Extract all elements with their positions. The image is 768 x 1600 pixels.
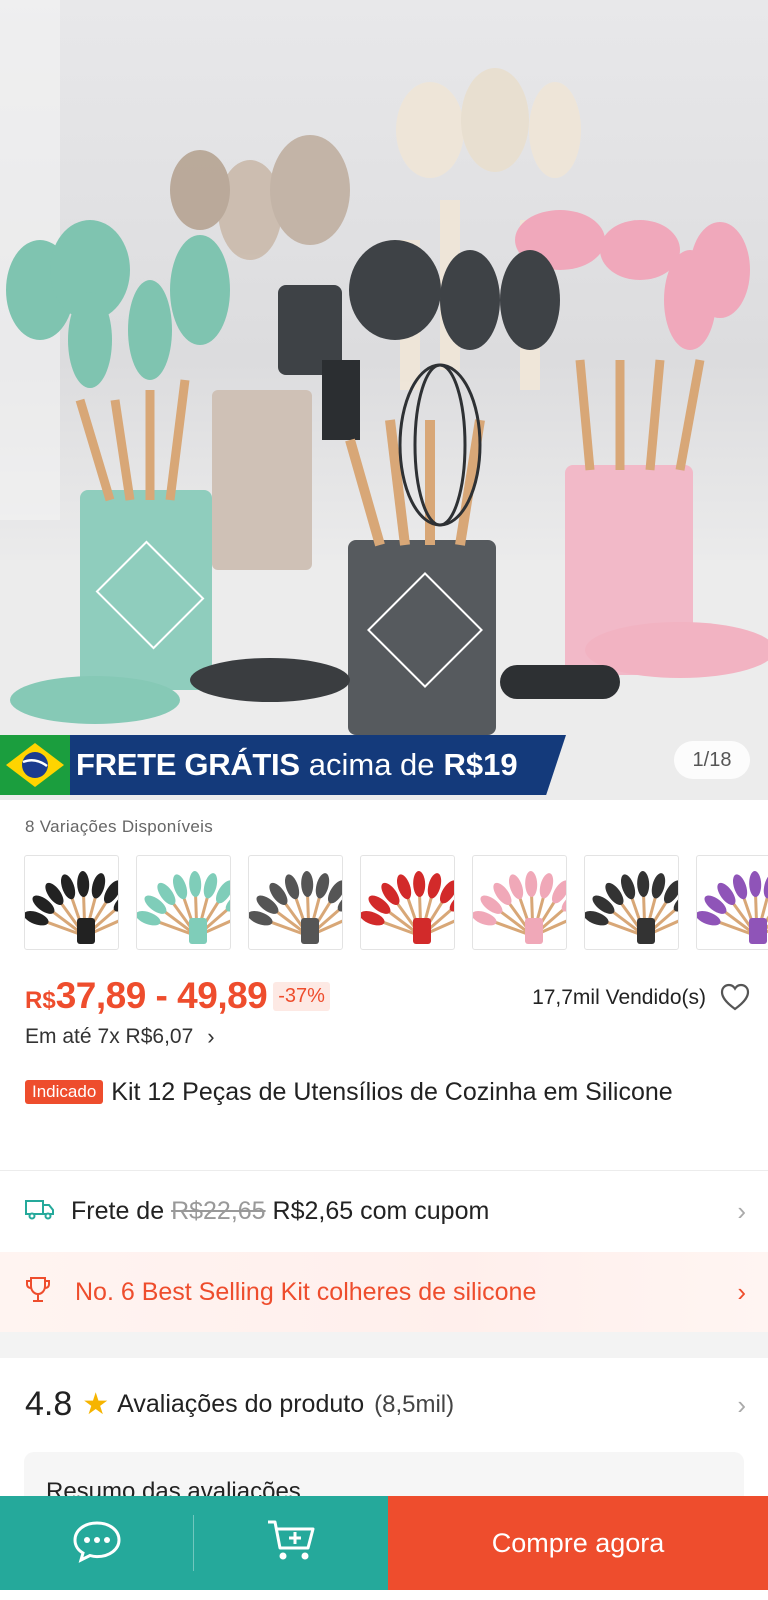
variation-thumb-pink[interactable]	[472, 855, 567, 950]
free-shipping-title: FRETE GRÁTIS	[76, 747, 300, 782]
shipping-prefix: Frete de	[71, 1196, 165, 1225]
shipping-new-price: R$2,65 com cupom	[272, 1196, 490, 1225]
free-shipping-banner: FRETE GRÁTIS acima de R$19	[0, 735, 566, 795]
installments-prefix: Em até	[25, 1025, 92, 1048]
price-range: 37,89 - 49,89	[55, 975, 268, 1016]
bottom-action-bar: Compre agora	[0, 1496, 768, 1590]
variation-thumb-purple[interactable]	[696, 855, 768, 950]
variation-thumb-mint[interactable]	[136, 855, 231, 950]
chevron-right-icon: ›	[207, 1024, 215, 1049]
star-icon: ★	[82, 1387, 110, 1421]
price-row: R$ 37,89 - 49,89 -37%	[25, 975, 330, 1017]
best-selling-row[interactable]: No. 6 Best Selling Kit colheres de silic…	[0, 1252, 768, 1332]
variation-thumbnails	[24, 855, 768, 950]
brazil-flag-icon	[0, 735, 70, 795]
bottom-spacer	[0, 1590, 768, 1600]
rating-count: (8,5mil)	[374, 1390, 455, 1418]
divider	[0, 1170, 768, 1171]
sold-count: 17,7mil Vendido(s)	[532, 986, 706, 1009]
best-selling-text: No. 6 Best Selling Kit colheres de silic…	[75, 1277, 537, 1306]
product-photo	[0, 0, 768, 800]
variation-thumb-mixed[interactable]	[584, 855, 679, 950]
product-title: Indicado Kit 12 Peças de Utensílios de Co…	[25, 1075, 745, 1110]
installments-link[interactable]: Em até 7x R$6,07 ›	[25, 1024, 215, 1050]
variation-thumb-gray[interactable]	[248, 855, 343, 950]
add-to-cart-button[interactable]	[194, 1496, 388, 1590]
product-image-carousel[interactable]: FRETE GRÁTIS acima de R$19 1/18	[0, 0, 768, 800]
product-title-text: Kit 12 Peças de Utensílios de Cozinha em…	[111, 1078, 673, 1106]
variations-label: 8 Variações Disponíveis	[25, 817, 214, 836]
buy-now-button[interactable]: Compre agora	[388, 1496, 768, 1590]
image-counter: 1/18	[674, 741, 750, 779]
section-gap	[0, 1332, 768, 1358]
recommended-badge: Indicado	[25, 1080, 104, 1104]
variation-thumb-black[interactable]	[24, 855, 119, 950]
rating-score: 4.8	[25, 1385, 73, 1423]
chat-button[interactable]	[0, 1496, 193, 1590]
cart-plus-icon	[266, 1518, 316, 1569]
price-currency: R$	[25, 987, 56, 1014]
chevron-right-icon: ›	[737, 1390, 746, 1420]
chevron-right-icon: ›	[737, 1276, 746, 1307]
shipping-row[interactable]: Frete de R$22,65 R$2,65 com cupom ›	[0, 1172, 768, 1250]
free-shipping-threshold: R$19	[443, 747, 518, 782]
rating-row[interactable]: 4.8 ★ Avaliações do produto (8,5mil)	[25, 1385, 454, 1424]
installments-value: 7x R$6,07	[97, 1025, 194, 1048]
chat-icon	[71, 1519, 123, 1568]
discount-badge: -37%	[273, 982, 330, 1011]
free-shipping-condition: acima de	[308, 747, 435, 782]
variation-thumb-red[interactable]	[360, 855, 455, 950]
truck-icon	[25, 1198, 55, 1225]
rating-label: Avaliações do produto	[117, 1390, 365, 1418]
trophy-icon	[25, 1276, 51, 1309]
chevron-right-icon: ›	[737, 1195, 746, 1226]
shipping-old-price: R$22,65	[171, 1196, 266, 1225]
heart-icon[interactable]	[720, 983, 750, 1011]
